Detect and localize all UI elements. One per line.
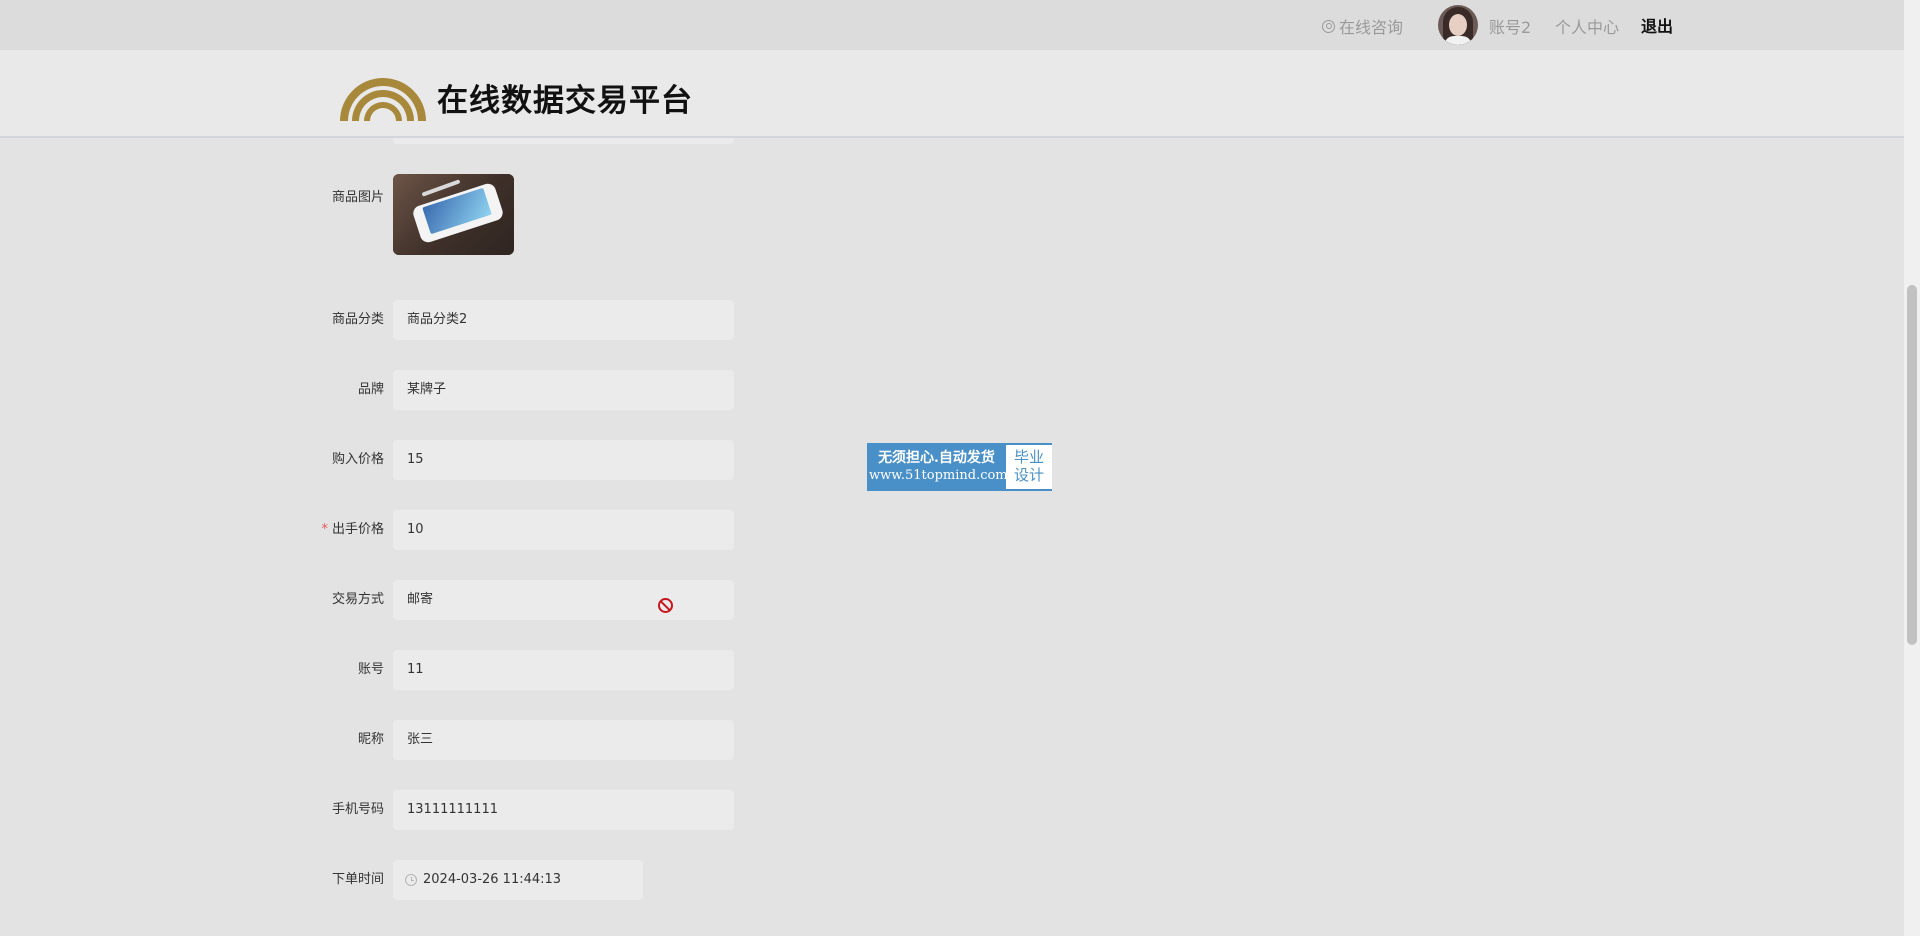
account-name[interactable]: 账号2 xyxy=(1489,14,1531,38)
top-bar: 在线咨询 账号2 个人中心 退出 xyxy=(0,0,1904,50)
form-row-nickname: 昵称 张三 xyxy=(0,720,760,760)
form-row-trade-method: 交易方式 邮寄 xyxy=(0,580,760,620)
trade-method-label-text: 交易方式 xyxy=(331,592,384,607)
ad-slogan: 无须担心.自动发货 xyxy=(878,450,995,466)
purchase-price-label: 购入价格 xyxy=(0,440,384,480)
sale-price-label-text: 出手价格 xyxy=(331,522,384,537)
clock-icon xyxy=(405,874,417,886)
brand-input[interactable]: 某牌子 xyxy=(393,370,734,410)
ad-tag-line1: 毕业 xyxy=(1013,448,1044,466)
purchase-price-value: 15 xyxy=(407,452,424,467)
order-time-label-text: 下单时间 xyxy=(331,872,384,887)
trade-method-value: 邮寄 xyxy=(407,592,434,607)
ad-url: www.51topmind.com xyxy=(869,468,1008,483)
brand-value: 某牌子 xyxy=(407,382,447,397)
account-label-text: 账号 xyxy=(357,662,384,677)
sale-price-input[interactable]: 10 xyxy=(393,510,734,550)
scrollbar-thumb[interactable] xyxy=(1907,285,1917,645)
form-row-phone: 手机号码 13111111111 xyxy=(0,790,760,830)
form-row-category: 商品分类 商品分类2 xyxy=(0,300,760,340)
partial-input-field[interactable] xyxy=(393,138,734,144)
arc-logo-icon[interactable] xyxy=(338,66,428,122)
category-label-text: 商品分类 xyxy=(331,312,384,327)
phone-value: 13111111111 xyxy=(407,802,498,817)
purchase-price-input[interactable]: 15 xyxy=(393,440,734,480)
trade-method-input[interactable]: 邮寄 xyxy=(393,580,734,620)
not-allowed-icon xyxy=(658,598,673,613)
account-label: 账号 xyxy=(0,650,384,690)
logout-link[interactable]: 退出 xyxy=(1641,13,1673,37)
category-input[interactable]: 商品分类2 xyxy=(393,300,734,340)
site-header: 在线数据交易平台 xyxy=(0,50,1904,138)
user-circle-icon xyxy=(1322,19,1335,33)
product-image-label: 商品图片 xyxy=(331,190,384,205)
product-image[interactable] xyxy=(393,174,514,255)
online-consult-label: 在线咨询 xyxy=(1339,18,1404,37)
ad-banner[interactable]: 无须担心.自动发货 www.51topmind.com 毕业 设计 xyxy=(867,443,1052,491)
brand-label: 品牌 xyxy=(0,370,384,410)
order-time-label: 下单时间 xyxy=(0,860,384,900)
nickname-value: 张三 xyxy=(407,732,434,747)
form-row-purchase-price: 购入价格 15 xyxy=(0,440,760,480)
nickname-label: 昵称 xyxy=(0,720,384,760)
nickname-input[interactable]: 张三 xyxy=(393,720,734,760)
account-value: 11 xyxy=(407,662,424,677)
category-label: 商品分类 xyxy=(0,300,384,340)
personal-center-link[interactable]: 个人中心 xyxy=(1555,14,1619,38)
required-mark: * xyxy=(321,522,328,537)
site-title: 在线数据交易平台 xyxy=(437,83,693,119)
category-value: 商品分类2 xyxy=(407,312,468,327)
online-consult-link[interactable]: 在线咨询 xyxy=(1322,14,1403,38)
purchase-price-label-text: 购入价格 xyxy=(331,452,384,467)
form-row-sale-price: * 出手价格 10 xyxy=(0,510,760,550)
phone-label: 手机号码 xyxy=(0,790,384,830)
trade-method-label: 交易方式 xyxy=(0,580,384,620)
avatar[interactable] xyxy=(1438,5,1478,45)
form-row-brand: 品牌 某牌子 xyxy=(0,370,760,410)
sale-price-label: * 出手价格 xyxy=(0,510,384,550)
account-input[interactable]: 11 xyxy=(393,650,734,690)
ad-tag-line2: 设计 xyxy=(1013,466,1044,484)
order-time-input[interactable]: 2024-03-26 11:44:13 xyxy=(393,860,643,900)
sale-price-value: 10 xyxy=(407,522,424,537)
brand-label-text: 品牌 xyxy=(357,382,384,397)
phone-input[interactable]: 13111111111 xyxy=(393,790,734,830)
phone-label-text: 手机号码 xyxy=(331,802,384,817)
form-row-order-time: 下单时间 2024-03-26 11:44:13 xyxy=(0,860,760,900)
page-scrollbar[interactable] xyxy=(1904,0,1920,936)
form-row-account: 账号 11 xyxy=(0,650,760,690)
nickname-label-text: 昵称 xyxy=(357,732,384,747)
order-time-value: 2024-03-26 11:44:13 xyxy=(423,872,562,887)
